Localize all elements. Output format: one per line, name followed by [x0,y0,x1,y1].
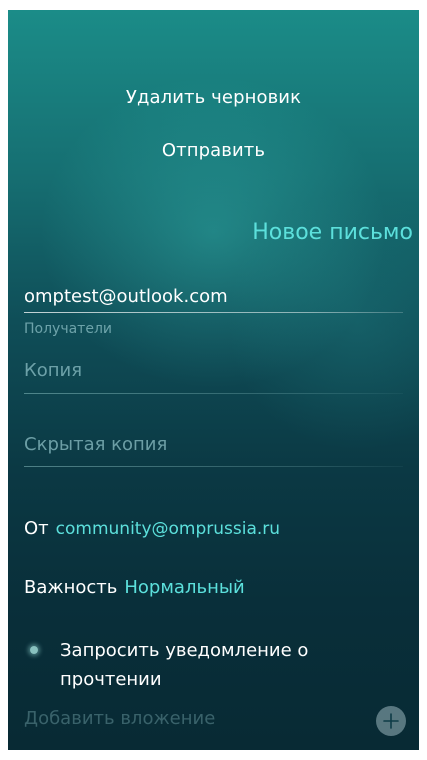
page-title: Новое письмо [252,220,413,245]
cc-underline [24,393,403,394]
cc-input[interactable]: Копия [24,360,82,381]
bcc-underline [24,466,403,467]
importance-label: Важность [24,577,118,598]
read-receipt-label: Запросить уведомление о прочтении [60,640,309,690]
add-attachment-label: Добавить вложение [24,708,216,729]
from-value: community@omprussia.ru [55,519,281,539]
from-label: От [24,518,49,539]
plus-icon [383,713,399,729]
recipients-input[interactable]: omptest@outlook.com [24,286,228,307]
add-attachment-button[interactable] [376,706,406,736]
bcc-input[interactable]: Скрытая копия [24,434,167,455]
importance-selector[interactable]: Важность Нормальный [24,577,245,598]
importance-value: Нормальный [124,577,245,598]
from-selector[interactable]: От community@omprussia.ru [24,518,280,539]
send-menu-item[interactable]: Отправить [8,140,419,161]
switch-indicator-icon [30,646,38,654]
recipients-underline [24,312,403,313]
recipients-label: Получатели [24,321,112,337]
delete-draft-menu-item[interactable]: Удалить черновик [8,87,419,108]
compose-email-screen: Удалить черновик Отправить Новое письмо … [8,10,419,750]
